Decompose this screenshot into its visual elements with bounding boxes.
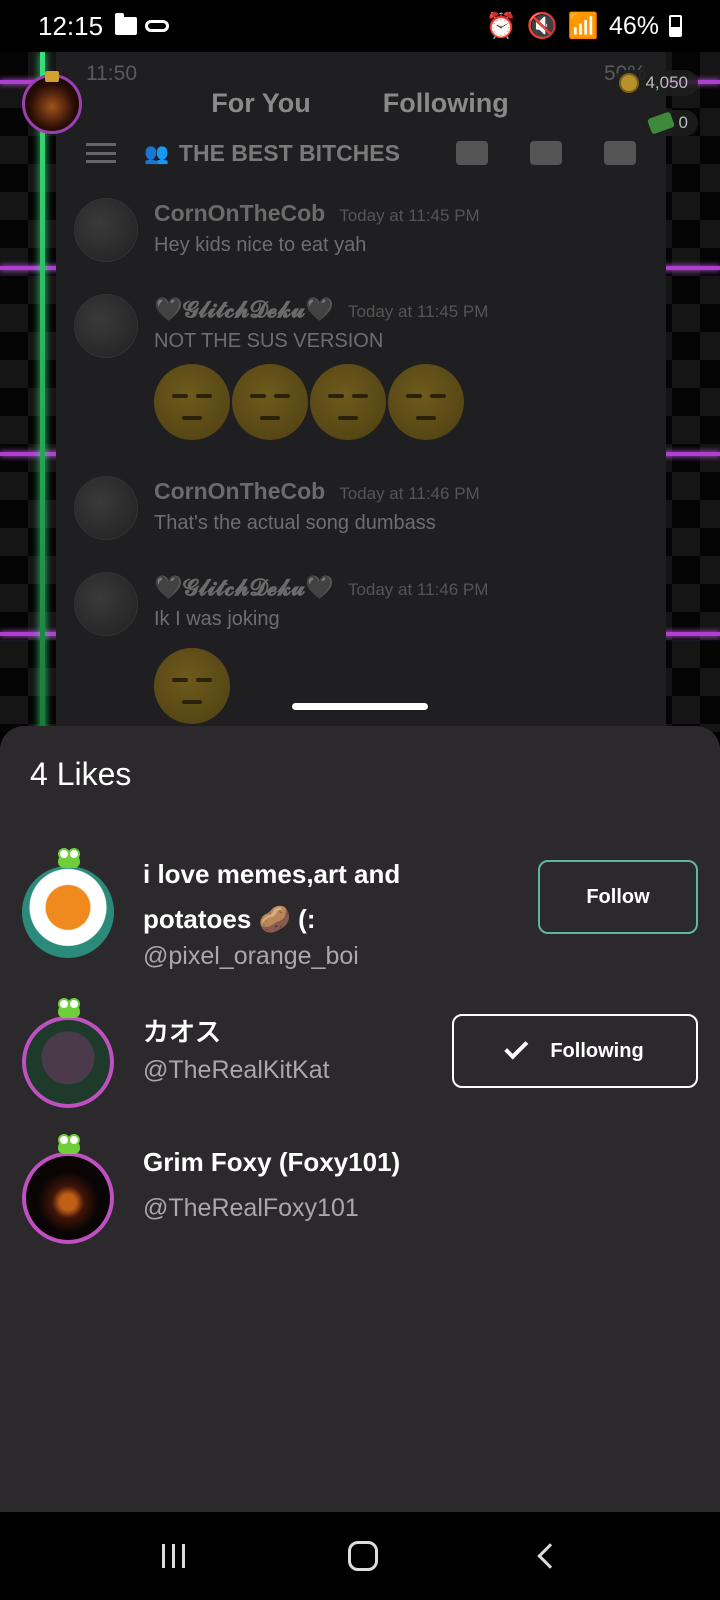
- pensive-emoji-icon: [232, 364, 308, 440]
- user-display-name: i love memes,art and potatoes 🥔 (:: [143, 852, 400, 942]
- battery-icon: [669, 15, 682, 37]
- user-handle: @TheRealFoxy101: [143, 1194, 359, 1222]
- group-icon: 👥: [144, 142, 169, 165]
- user-display-name: Grim Foxy (Foxy101): [143, 1147, 401, 1177]
- message-text: NOT THE SUS VERSION: [154, 330, 384, 352]
- inner-status-bar: 11:50 50%: [86, 62, 646, 86]
- likes-title: 4 Likes: [30, 756, 132, 792]
- pensive-emoji-icon: [310, 364, 386, 440]
- following-button[interactable]: Following: [452, 1014, 698, 1088]
- inner-status-time: 11:50: [86, 62, 137, 85]
- message-text: Ik I was joking: [154, 608, 280, 630]
- emoji-row: [154, 648, 230, 724]
- message-author: 🖤𝓖𝓵𝓲𝓽𝓬𝓱𝓓𝓮𝓴𝓾🖤: [154, 574, 334, 600]
- message-timestamp: Today at 11:46 PM: [347, 580, 489, 599]
- user-name-line2: potatoes 🥔 (:: [143, 904, 316, 934]
- message-author: CornOnTheCob: [154, 200, 326, 226]
- battery-percent: 46%: [608, 11, 659, 40]
- folder-icon: [115, 13, 138, 35]
- emoji-row: [154, 364, 464, 440]
- coin-count: 4,050: [645, 73, 688, 92]
- channel-title: THE BEST BITCHES: [178, 139, 400, 166]
- coin-balance[interactable]: 4,050: [613, 70, 698, 96]
- message-author: CornOnTheCob: [154, 478, 326, 504]
- feed-tabs: For You Following: [0, 88, 720, 119]
- alarm-icon: ⏰: [485, 11, 517, 40]
- tab-for-you[interactable]: For You: [211, 88, 311, 119]
- pensive-emoji-icon: [154, 364, 230, 440]
- menu-icon: [86, 143, 116, 163]
- user-avatar[interactable]: [22, 866, 114, 958]
- user-handle: @TheRealKitKat: [143, 1056, 330, 1084]
- members-icon: [604, 141, 636, 165]
- message-avatar: [74, 294, 138, 358]
- neutral-face-emoji-icon: [154, 648, 230, 724]
- mute-icon: 🔇: [526, 11, 558, 40]
- neon-vertical-line: [40, 52, 45, 732]
- user-avatar[interactable]: [22, 1152, 114, 1244]
- message-avatar: [74, 476, 138, 540]
- message-author-line: CornOnTheCob Today at 11:45 PM: [154, 200, 480, 227]
- chat-message: 🖤𝓖𝓵𝓲𝓽𝓬𝓱𝓓𝓮𝓴𝓾🖤 Today at 11:45 PM NOT THE SU…: [74, 294, 654, 374]
- video-player[interactable]: 11:50 50% 👥 THE BEST BITCHES CornOnTheCo…: [0, 52, 720, 732]
- frog-badge-icon: [58, 998, 80, 1018]
- chat-message: 🖤𝓖𝓵𝓲𝓽𝓬𝓱𝓓𝓮𝓴𝓾🖤 Today at 11:46 PM Ik I was j…: [74, 572, 654, 652]
- video-call-icon: [530, 141, 562, 165]
- channel-header: 👥 THE BEST BITCHES: [56, 124, 666, 182]
- recorded-chat-screen: 11:50 50% 👥 THE BEST BITCHES CornOnTheCo…: [56, 52, 666, 732]
- message-author-line: 🖤𝓖𝓵𝓲𝓽𝓬𝓱𝓓𝓮𝓴𝓾🖤 Today at 11:46 PM: [154, 574, 488, 601]
- voicemail-icon: [145, 20, 170, 32]
- back-icon[interactable]: [536, 1543, 563, 1569]
- user-avatar[interactable]: [22, 1016, 114, 1108]
- sheet-drag-handle[interactable]: [292, 703, 428, 710]
- following-button-label: Following: [550, 1039, 644, 1062]
- frog-badge-icon: [58, 1134, 80, 1154]
- message-avatar: [74, 198, 138, 262]
- user-display-name: カオス: [143, 1017, 222, 1047]
- coin-icon: [619, 73, 640, 93]
- message-text: Hey kids nice to eat yah: [154, 234, 367, 256]
- message-author-line: CornOnTheCob Today at 11:46 PM: [154, 478, 480, 505]
- lock-icon: [45, 71, 59, 82]
- message-avatar: [74, 572, 138, 636]
- message-text: That's the actual song dumbass: [154, 512, 436, 534]
- message-timestamp: Today at 11:45 PM: [347, 302, 489, 321]
- wifi-icon: 📶: [567, 11, 599, 40]
- tab-following[interactable]: Following: [383, 88, 509, 119]
- message-timestamp: Today at 11:46 PM: [339, 484, 480, 503]
- check-icon: [504, 1035, 529, 1060]
- cash-icon: [646, 111, 675, 135]
- message-author: 🖤𝓖𝓵𝓲𝓽𝓬𝓱𝓓𝓮𝓴𝓾🖤: [154, 296, 334, 322]
- cash-balance[interactable]: 0: [642, 110, 698, 136]
- pensive-emoji-icon: [388, 364, 464, 440]
- message-author-line: 🖤𝓖𝓵𝓲𝓽𝓬𝓱𝓓𝓮𝓴𝓾🖤 Today at 11:45 PM: [154, 296, 488, 323]
- likes-sheet: 4 Likes i love memes,art and potatoes 🥔 …: [0, 726, 720, 1512]
- message-timestamp: Today at 11:45 PM: [339, 206, 480, 225]
- user-handle: @pixel_orange_boi: [143, 942, 359, 970]
- chat-message: CornOnTheCob Today at 11:45 PM Hey kids n…: [74, 198, 654, 278]
- frog-badge-icon: [58, 848, 80, 868]
- follow-button[interactable]: Follow: [538, 860, 698, 934]
- recents-icon[interactable]: [161, 1544, 185, 1568]
- navigation-bar: [0, 1512, 720, 1600]
- status-time: 12:15: [38, 10, 104, 41]
- call-icon: [456, 141, 488, 165]
- cash-count: 0: [678, 113, 688, 132]
- chat-message: CornOnTheCob Today at 11:46 PM That's the…: [74, 476, 654, 556]
- user-name-line1: i love memes,art and: [143, 859, 401, 889]
- status-bar: 12:15 ⏰ 🔇 📶 46%: [0, 0, 720, 52]
- home-icon[interactable]: [347, 1541, 378, 1571]
